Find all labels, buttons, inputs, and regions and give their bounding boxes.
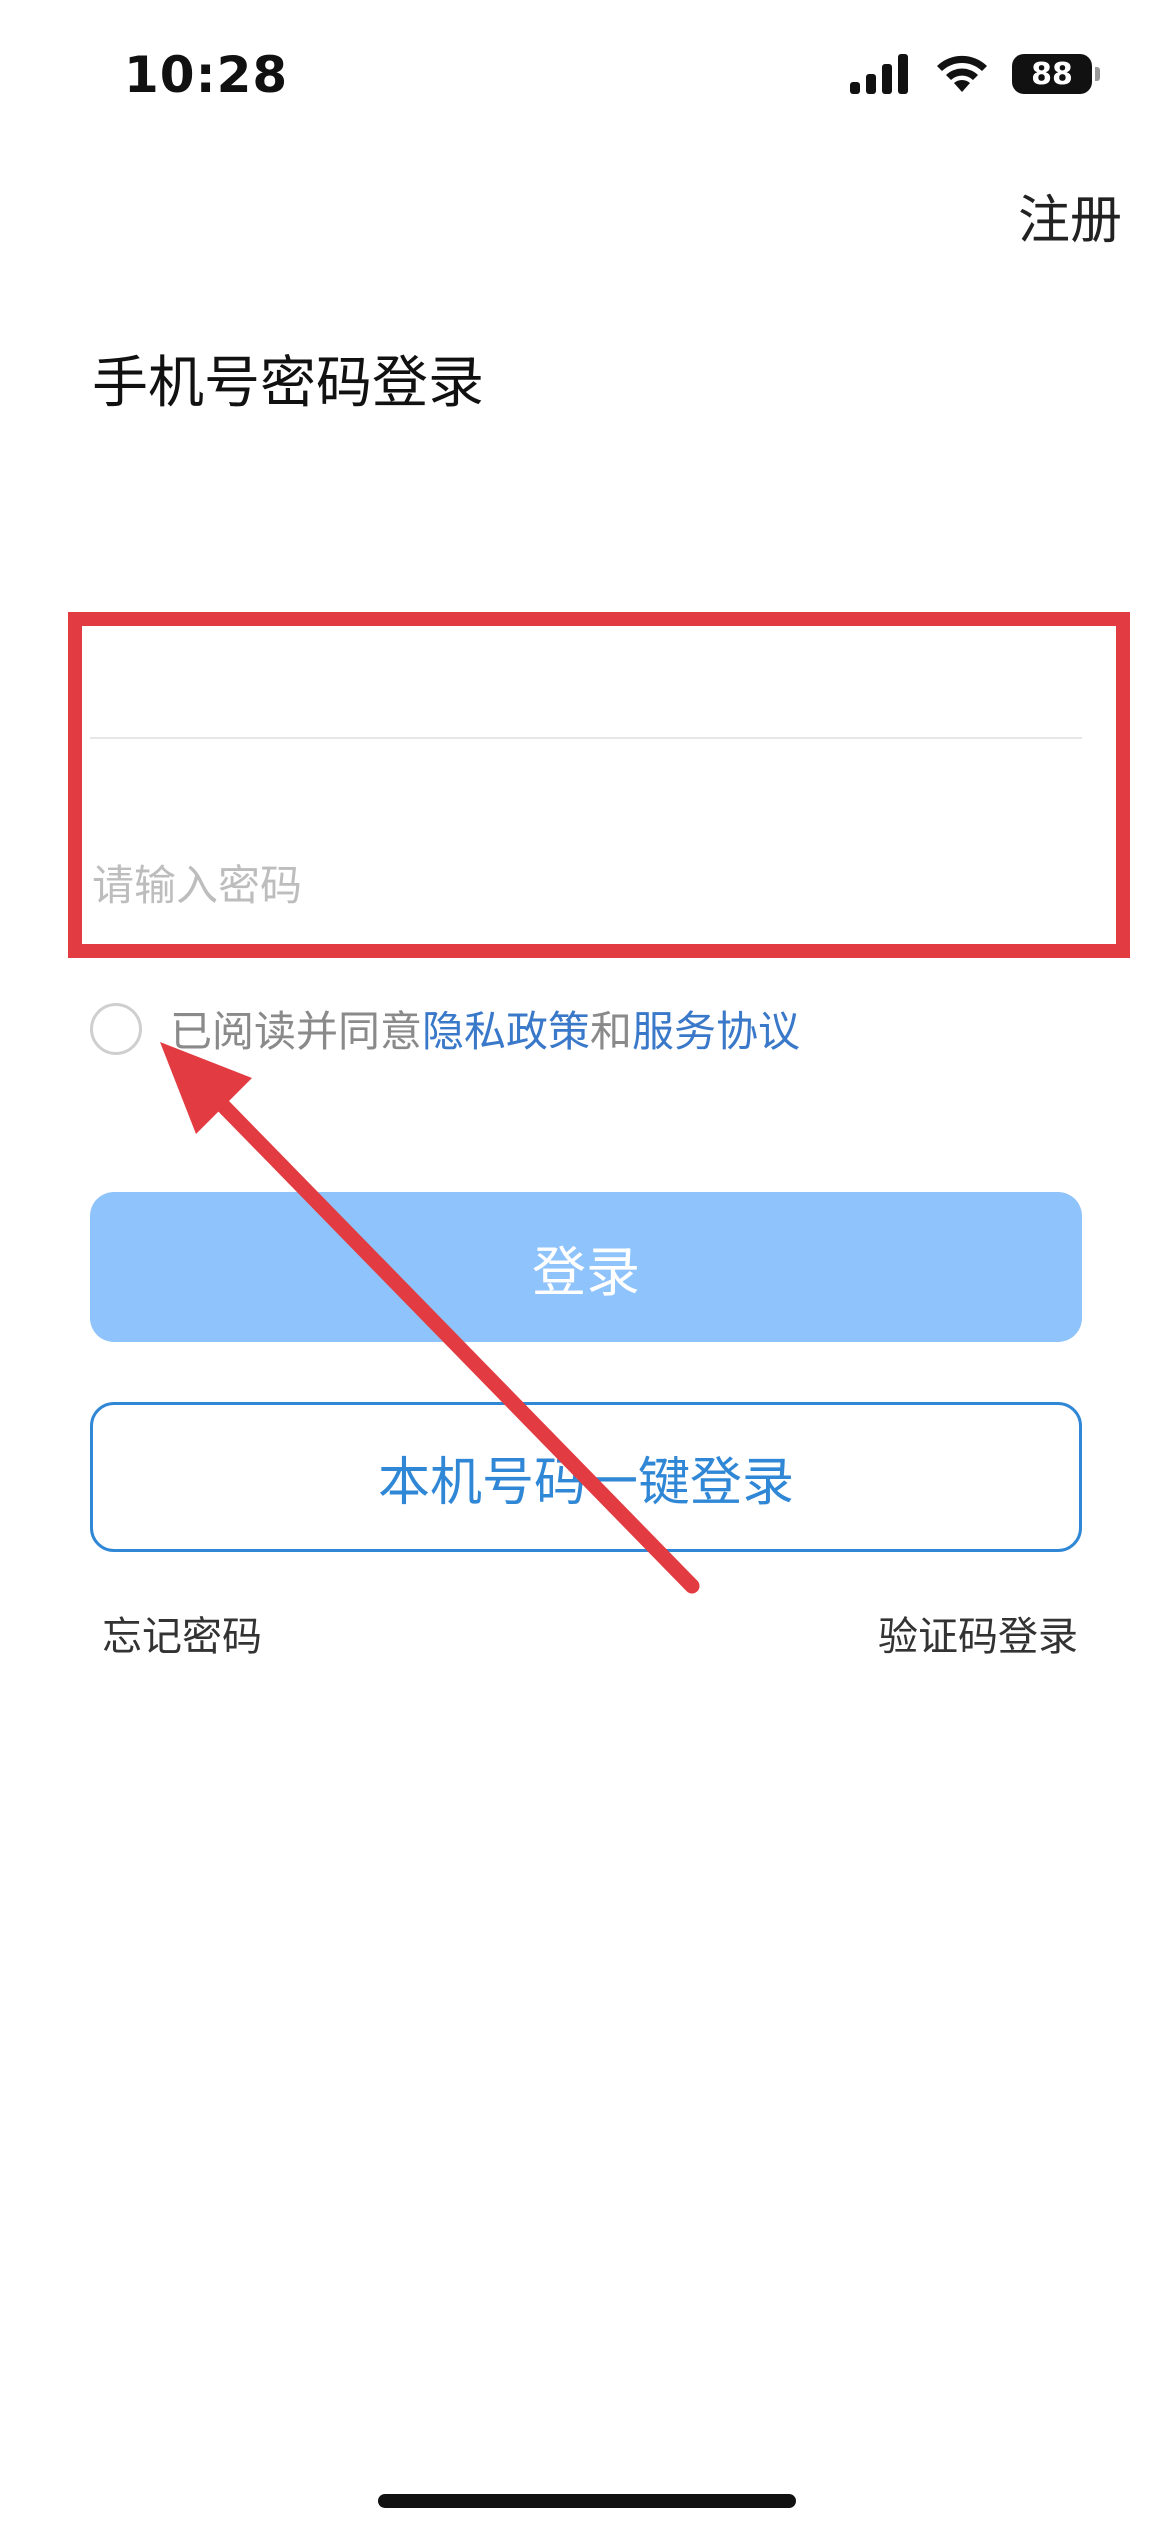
page-title: 手机号密码登录 bbox=[92, 351, 484, 416]
battery-level: 88 bbox=[1031, 56, 1073, 92]
service-agreement-link[interactable]: 服务协议 bbox=[632, 998, 800, 1059]
status-icons: 88 bbox=[850, 54, 1100, 94]
privacy-policy-link[interactable]: 隐私政策 bbox=[422, 998, 590, 1059]
wifi-icon bbox=[937, 55, 987, 92]
home-indicator bbox=[378, 2494, 796, 2508]
password-input[interactable] bbox=[92, 850, 1082, 920]
password-divider bbox=[90, 945, 1082, 947]
battery-icon: 88 bbox=[1012, 54, 1100, 94]
agreement-prefix: 已阅读并同意 bbox=[170, 1007, 423, 1056]
phone-divider bbox=[90, 737, 1082, 739]
agreement-and: 和 bbox=[590, 1007, 633, 1056]
phone-input[interactable] bbox=[92, 640, 1082, 710]
login-button[interactable]: 登录 bbox=[90, 1192, 1082, 1342]
status-time: 10:28 bbox=[124, 46, 289, 104]
sms-login-link[interactable]: 验证码登录 bbox=[878, 1604, 1078, 1662]
agreement-row: 已阅读并同意 隐私政策 和 服务协议 bbox=[90, 998, 800, 1059]
agreement-checkbox[interactable] bbox=[90, 1002, 142, 1055]
signal-icon bbox=[850, 54, 908, 94]
forgot-password-link[interactable]: 忘记密码 bbox=[102, 1604, 262, 1662]
one-key-login-button[interactable]: 本机号码一键登录 bbox=[90, 1402, 1082, 1552]
register-link[interactable]: 注册 bbox=[1018, 178, 1122, 253]
